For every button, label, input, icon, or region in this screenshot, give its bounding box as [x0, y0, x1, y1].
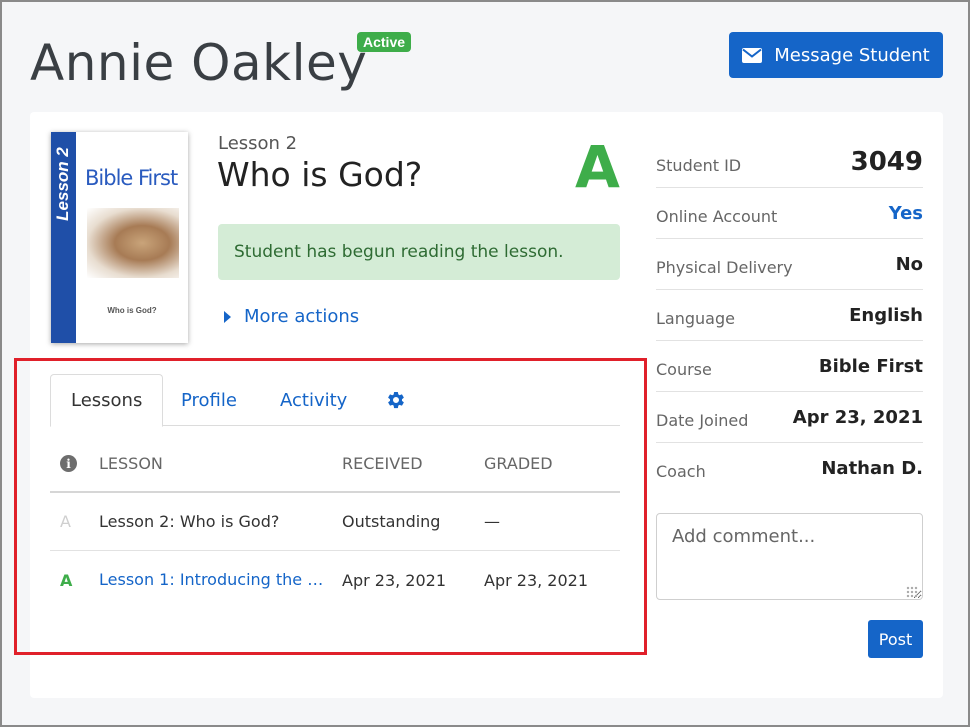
- table-row: A Lesson 2: Who is God? Outstanding —: [50, 493, 620, 551]
- lesson-status-alert: Student has begun reading the lesson.: [218, 224, 620, 280]
- row-graded: —: [484, 512, 500, 531]
- info-icon[interactable]: i: [60, 455, 77, 472]
- comment-input[interactable]: [656, 513, 923, 600]
- lesson-title: Who is God?: [217, 155, 423, 194]
- book-subtitle: Who is God?: [107, 306, 157, 315]
- table-row: A Lesson 1: Introducing the Bible Apr 23…: [50, 551, 620, 609]
- detail-value: 3049: [850, 147, 923, 177]
- detail-label: Course: [656, 359, 712, 379]
- row-received: Outstanding: [342, 512, 441, 531]
- detail-coach: Coach Nathan D.: [656, 443, 923, 494]
- column-header-received: RECEIVED: [342, 454, 423, 473]
- student-details: Student ID 3049 Online Account Yes Physi…: [656, 137, 923, 494]
- detail-value: No: [895, 253, 923, 275]
- row-grade: A: [60, 512, 71, 531]
- detail-label: Physical Delivery: [656, 257, 793, 277]
- detail-date-joined: Date Joined Apr 23, 2021: [656, 392, 923, 443]
- detail-label: Online Account: [656, 206, 778, 226]
- post-comment-button[interactable]: Post: [868, 620, 923, 658]
- student-name: Annie Oakley: [30, 34, 368, 92]
- status-badge: Active: [357, 32, 412, 52]
- lessons-table: i LESSON RECEIVED GRADED A Lesson 2: Who…: [50, 436, 620, 609]
- tab-profile-label: Profile: [181, 389, 237, 411]
- student-card: Lesson 2 Bible First Who is God? Lesson …: [30, 112, 943, 698]
- detail-language: Language English: [656, 290, 923, 341]
- lesson-grade: A: [575, 133, 620, 201]
- row-lesson-link-text[interactable]: Lesson 1: Introducing the Bible: [99, 551, 329, 609]
- more-actions-toggle[interactable]: More actions: [224, 306, 359, 327]
- tab-settings[interactable]: [386, 374, 406, 426]
- tab-lessons-label: Lessons: [71, 390, 143, 411]
- table-header-info: i: [60, 436, 82, 491]
- tab-bar: Lessons Profile Activity: [50, 374, 620, 427]
- detail-value-link[interactable]: Yes: [889, 203, 923, 224]
- detail-label: Coach: [656, 462, 706, 481]
- book-artwork: [87, 208, 179, 278]
- detail-value: English: [849, 304, 923, 326]
- gear-icon: [388, 392, 404, 409]
- detail-label: Language: [656, 308, 735, 328]
- tab-activity-label: Activity: [280, 389, 348, 411]
- row-graded: Apr 23, 2021: [484, 570, 589, 590]
- detail-value: Bible First: [818, 355, 923, 377]
- more-actions-label: More actions: [244, 306, 360, 327]
- envelope-icon: [742, 47, 763, 63]
- row-lesson-name: Lesson 2: Who is God?: [99, 512, 280, 531]
- page-header: Annie Oakley Active: [30, 28, 412, 98]
- detail-student-id: Student ID 3049: [656, 137, 923, 188]
- tab-profile[interactable]: Profile: [181, 374, 237, 426]
- row-grade: A: [60, 570, 73, 590]
- message-student-label: Message Student: [774, 44, 930, 66]
- detail-label: Student ID: [656, 155, 742, 175]
- tab-lessons[interactable]: Lessons: [50, 374, 164, 427]
- detail-value: Nathan D.: [821, 458, 923, 479]
- detail-value: Apr 23, 2021: [792, 406, 923, 428]
- detail-label: Date Joined: [656, 410, 749, 430]
- column-header-graded: GRADED: [484, 454, 553, 473]
- message-student-button[interactable]: Message Student: [729, 32, 943, 78]
- detail-course: Course Bible First: [656, 341, 923, 392]
- table-header-row: i LESSON RECEIVED GRADED: [50, 436, 620, 493]
- detail-physical-delivery: Physical Delivery No: [656, 239, 923, 290]
- row-lesson-link[interactable]: Lesson 1: Introducing the Bible: [99, 551, 329, 609]
- tab-activity[interactable]: Activity: [280, 374, 347, 426]
- detail-online-account: Online Account Yes: [656, 188, 923, 239]
- book-spine-text: Lesson 2: [53, 147, 72, 221]
- lesson-status-text: Student has begun reading the lesson.: [234, 242, 564, 262]
- book-brand: Bible First: [85, 166, 178, 190]
- column-header-lesson: LESSON: [99, 454, 163, 473]
- lesson-number: Lesson 2: [218, 133, 298, 154]
- lesson-book-cover: Lesson 2 Bible First Who is God?: [51, 132, 188, 343]
- resize-grip-icon[interactable]: [906, 586, 918, 598]
- row-received: Apr 23, 2021: [342, 570, 447, 590]
- caret-right-icon: [224, 310, 231, 323]
